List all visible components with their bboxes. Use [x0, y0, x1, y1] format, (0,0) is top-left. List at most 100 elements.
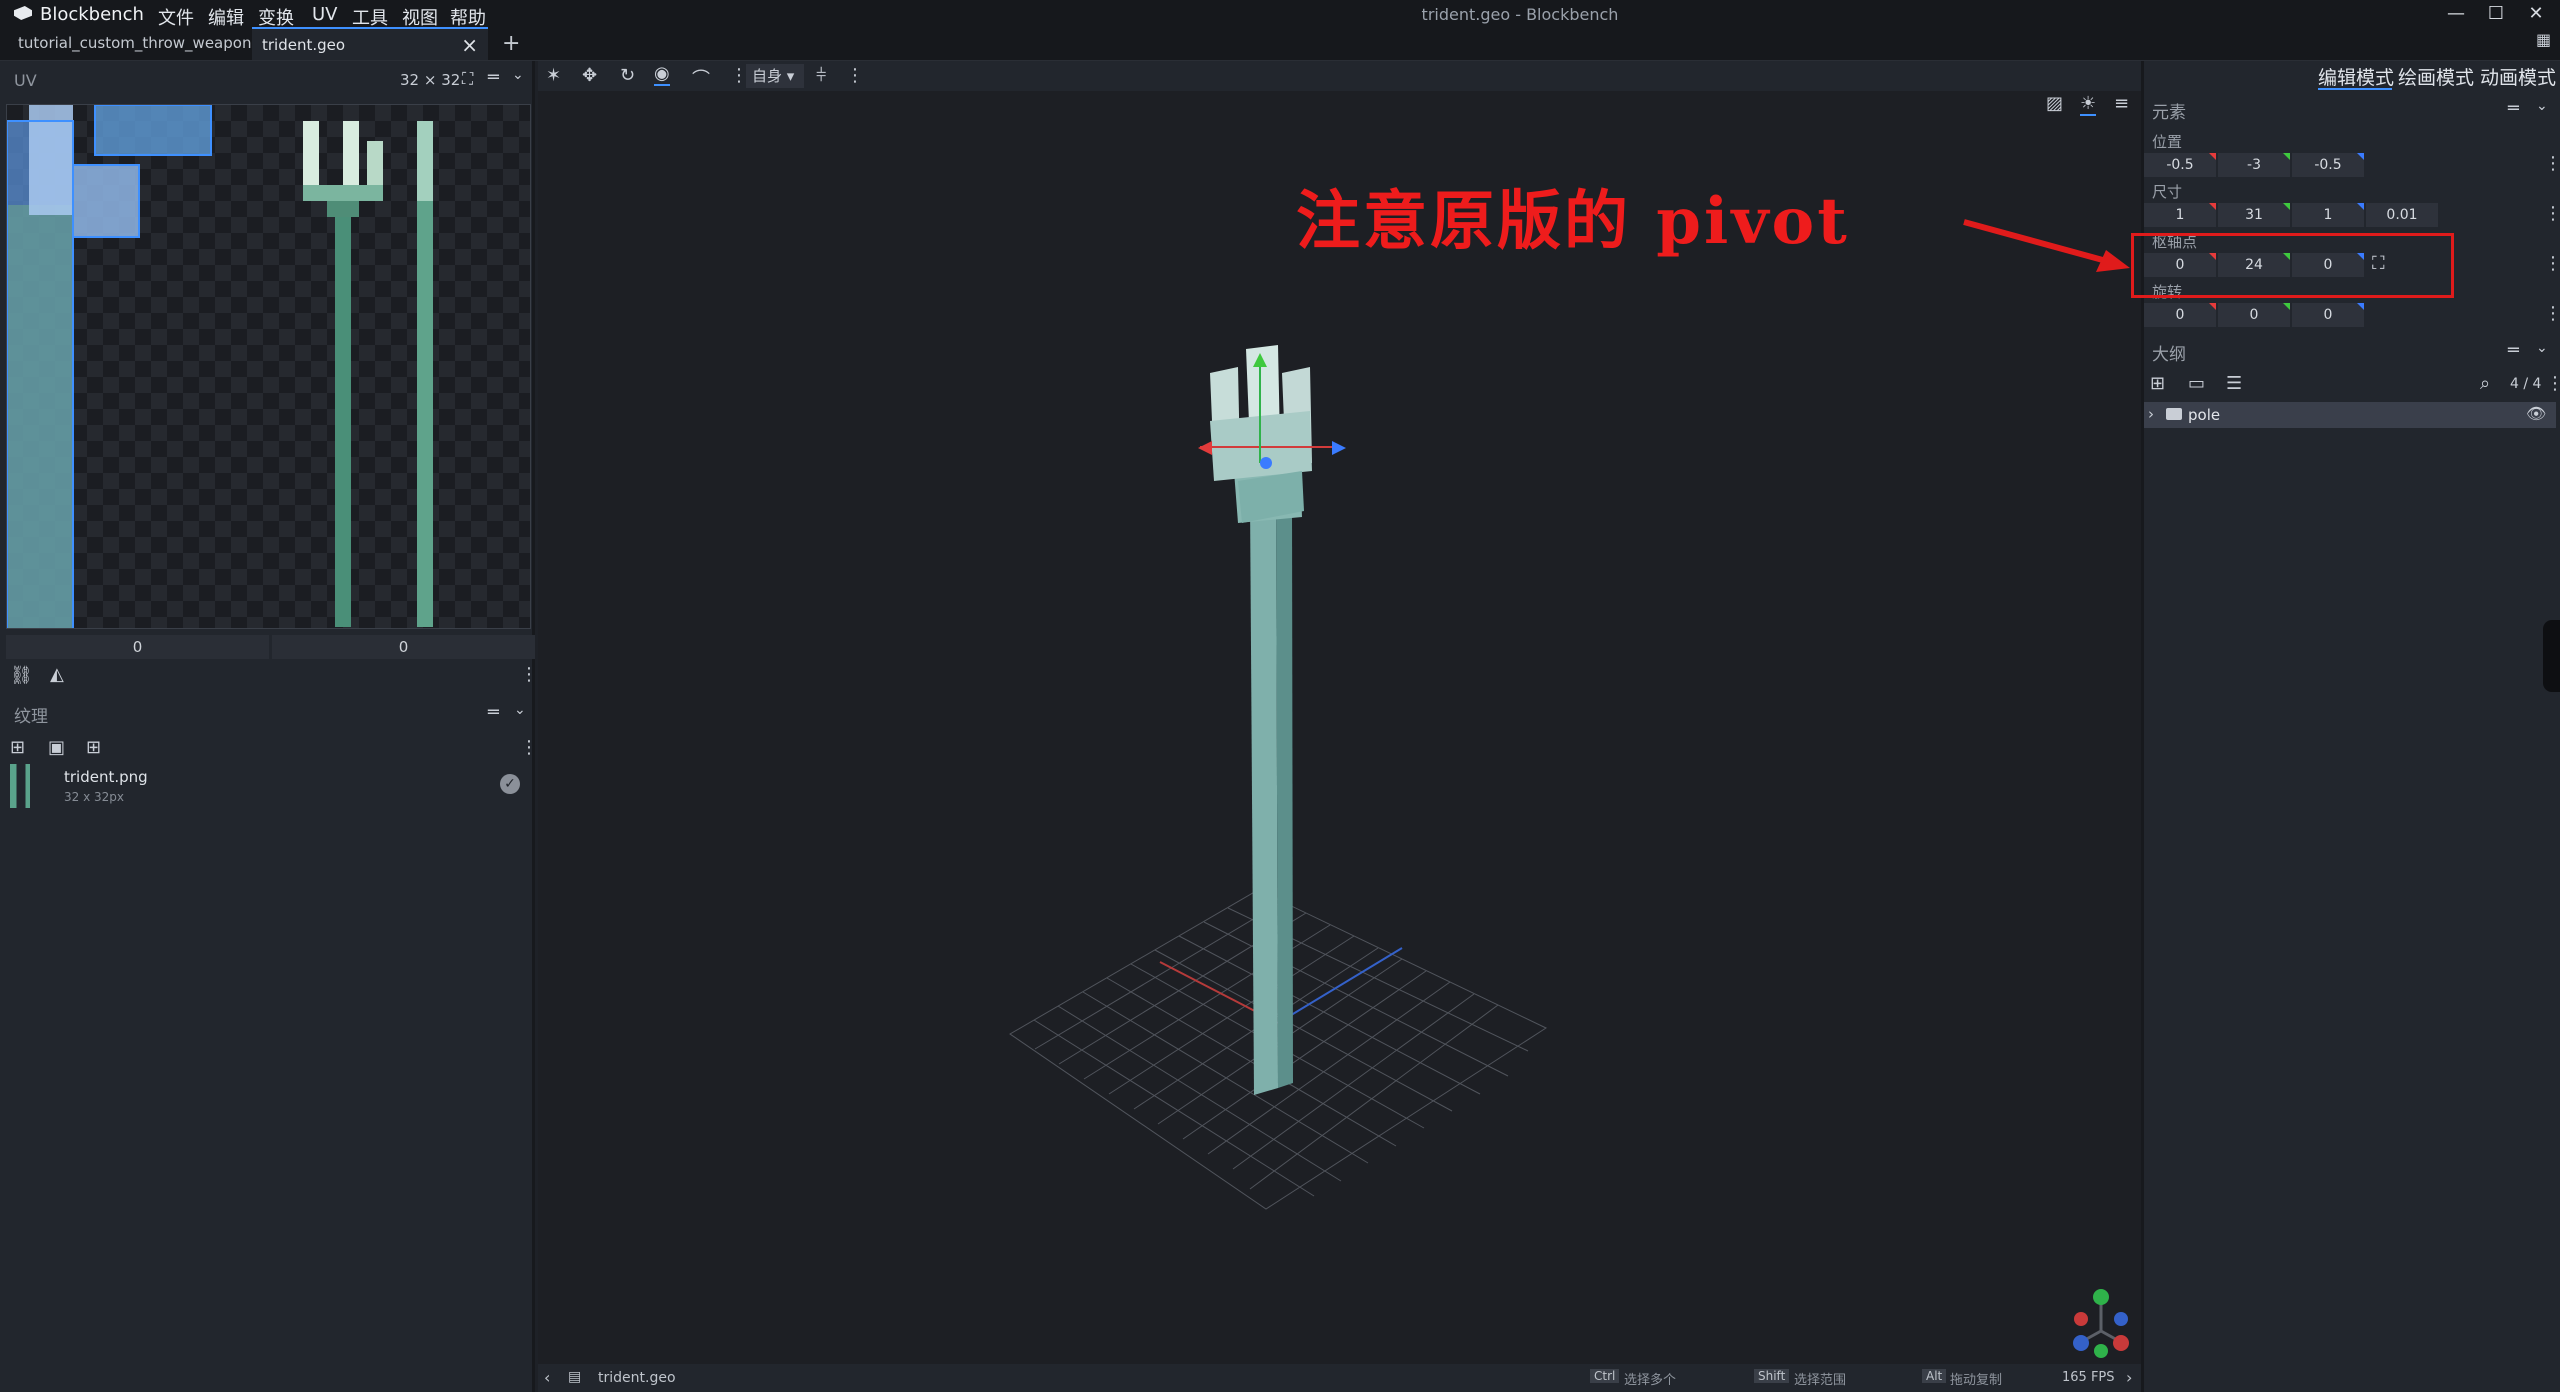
more-vertical-icon[interactable]: ⋮ [846, 65, 864, 86]
add-group-icon[interactable]: ▭ [2188, 373, 2205, 394]
rotation-x-field[interactable]: 0 [2144, 303, 2216, 327]
texture-thumbnail [10, 764, 54, 808]
tab-label: tutorial_custom_throw_weapon.g [18, 34, 252, 52]
edit-mode-underline [2318, 88, 2392, 90]
chevron-left-icon[interactable]: ‹ [544, 1368, 550, 1387]
link-icon[interactable]: ⛓ [10, 665, 33, 686]
select-tool-icon[interactable]: ✶ [546, 65, 561, 86]
more-vertical-icon[interactable]: ⋮ [2544, 153, 2560, 174]
more-vertical-icon[interactable]: ⋮ [2544, 253, 2560, 274]
texture-atlas-icon[interactable]: ⊞ [86, 737, 101, 758]
status-file-name: trident.geo [598, 1370, 676, 1386]
create-texture-icon[interactable]: ▣ [48, 737, 65, 758]
uv-panel-title: UV [14, 71, 37, 90]
import-texture-icon[interactable]: ⊞ [10, 737, 25, 758]
more-vertical-icon[interactable]: ⋮ [2546, 373, 2560, 394]
menu-lines-icon[interactable]: ═ [488, 67, 499, 88]
alt-hint: 拖动复制 [1950, 1373, 2003, 1388]
mirror-icon[interactable]: ◭ [50, 664, 64, 685]
chevron-right-icon[interactable]: › [2126, 1368, 2132, 1387]
menu-lines-icon[interactable]: ═ [2508, 340, 2519, 361]
tab-label: trident.geo [262, 36, 346, 54]
outliner-title: 大纲 [2152, 345, 2186, 365]
uv-texture-svg [7, 105, 433, 628]
add-tab-button[interactable]: + [492, 27, 530, 60]
texture-applied-icon[interactable]: ✓ [500, 774, 520, 794]
rotation-z-field[interactable]: 0 [2292, 303, 2364, 327]
size-label: 尺寸 [2152, 183, 2183, 201]
3d-viewport[interactable]: ▨ ☀ ≡ [538, 91, 2141, 1364]
chevron-down-icon[interactable]: ⌄ [514, 702, 526, 718]
add-cube-icon[interactable]: ⊞ [2150, 373, 2165, 394]
inflate-field[interactable]: 0.01 [2366, 203, 2438, 227]
maximize-icon[interactable]: ☐ [2476, 0, 2516, 27]
fullscreen-icon[interactable]: ⛶ [462, 69, 473, 89]
group-name: pole [2188, 406, 2221, 424]
minimize-icon[interactable]: — [2436, 0, 2476, 27]
position-label: 位置 [2152, 133, 2183, 151]
visibility-eye-icon[interactable]: 👁 [2526, 404, 2546, 423]
file-icon: ▤ [568, 1369, 582, 1385]
shift-key-badge: Shift [1754, 1369, 1790, 1383]
uv-v-field[interactable]: 0 [272, 635, 535, 659]
chevron-down-icon[interactable]: ⌄ [512, 67, 524, 83]
texture-panel-title: 纹理 [14, 707, 48, 727]
snap-icon[interactable]: ⫩ [816, 65, 826, 86]
more-vertical-icon[interactable]: ⋮ [520, 664, 538, 685]
size-x-field[interactable]: 1 [2144, 203, 2216, 227]
chevron-down-icon[interactable]: ⌄ [2536, 340, 2548, 356]
close-tab-icon[interactable]: × [461, 29, 478, 62]
ctrl-hint: 选择多个 [1624, 1373, 1677, 1388]
rotation-y-field[interactable]: 0 [2218, 303, 2290, 327]
chevron-right-icon[interactable]: › [2148, 405, 2154, 423]
folder-icon [2166, 408, 2182, 420]
uv-size-label: 32 × 32 [400, 71, 461, 89]
uv-u-field[interactable]: 0 [6, 635, 269, 659]
move-tool-icon[interactable]: ✥ [582, 65, 597, 86]
ctrl-key-badge: Ctrl [1590, 1369, 1620, 1383]
uv-editor-canvas[interactable] [6, 104, 531, 629]
outliner-count: 4 / 4 [2510, 376, 2542, 392]
tab-edit-mode[interactable]: 编辑模式 [2318, 63, 2394, 90]
more-vertical-icon[interactable]: ⋮ [2544, 303, 2560, 324]
position-z-field[interactable]: -0.5 [2292, 153, 2364, 177]
position-y-field[interactable]: -3 [2218, 153, 2290, 177]
size-y-field[interactable]: 31 [2218, 203, 2290, 227]
panel-resize-handle[interactable] [2543, 620, 2560, 692]
annotation-arrow [1963, 219, 2130, 272]
viewport-toolbar: ✶ ✥ ↻ ◉ ⌒ ⋮ 自身 ▾ ⫩ ⋮ [538, 61, 2141, 91]
tab-tutorial[interactable]: tutorial_custom_throw_weapon.g [8, 27, 252, 60]
blockbench-logo-icon [14, 6, 32, 20]
size-z-field[interactable]: 1 [2292, 203, 2364, 227]
app-name: Blockbench [40, 4, 144, 25]
texture-list-item[interactable]: trident.png 32 x 32px ✓ [6, 762, 531, 810]
position-x-field[interactable]: -0.5 [2144, 153, 2216, 177]
layout-grid-icon[interactable]: ▦ [2536, 30, 2551, 49]
outliner-group-row[interactable]: › pole 👁 [2144, 402, 2556, 428]
alt-key-badge: Alt [1922, 1369, 1947, 1383]
transform-space-dropdown[interactable]: 自身 ▾ [746, 64, 804, 88]
tab-bar: tutorial_custom_throw_weapon.g trident.g… [0, 27, 2560, 61]
tab-paint-mode[interactable]: 绘画模式 [2398, 63, 2474, 90]
menu-uv[interactable]: UV [312, 4, 338, 25]
menu-lines-icon[interactable]: ═ [2508, 98, 2519, 119]
annotation-highlight-box [2131, 233, 2454, 298]
tab-animate-mode[interactable]: 动画模式 [2480, 63, 2556, 90]
more-vertical-icon[interactable]: ⋮ [520, 737, 538, 758]
collapse-all-icon[interactable]: ☰ [2226, 373, 2242, 394]
fps-counter: 165 FPS [2062, 1370, 2115, 1385]
texture-size: 32 x 32px [64, 790, 124, 804]
search-icon[interactable]: ⌕ [2480, 373, 2490, 394]
vertex-snap-icon[interactable]: ⌒ [692, 65, 710, 91]
rotate-tool-icon[interactable]: ↻ [620, 65, 635, 86]
annotation-text: 注意原版的 pivot [1296, 184, 1850, 259]
chevron-down-icon[interactable]: ⌄ [2536, 98, 2548, 114]
pivot-tool-icon[interactable]: ◉ [654, 63, 670, 86]
more-vertical-icon[interactable]: ⋮ [2544, 203, 2560, 224]
status-bar: ‹ ▤ trident.geo Ctrl 选择多个 Shift 选择范围 Alt… [538, 1364, 2141, 1392]
texture-name: trident.png [64, 768, 148, 786]
tab-trident[interactable]: trident.geo × [252, 27, 488, 60]
close-window-icon[interactable]: ✕ [2516, 0, 2556, 27]
menu-lines-icon[interactable]: ═ [488, 702, 499, 723]
window-title: trident.geo - Blockbench [1421, 5, 1619, 24]
